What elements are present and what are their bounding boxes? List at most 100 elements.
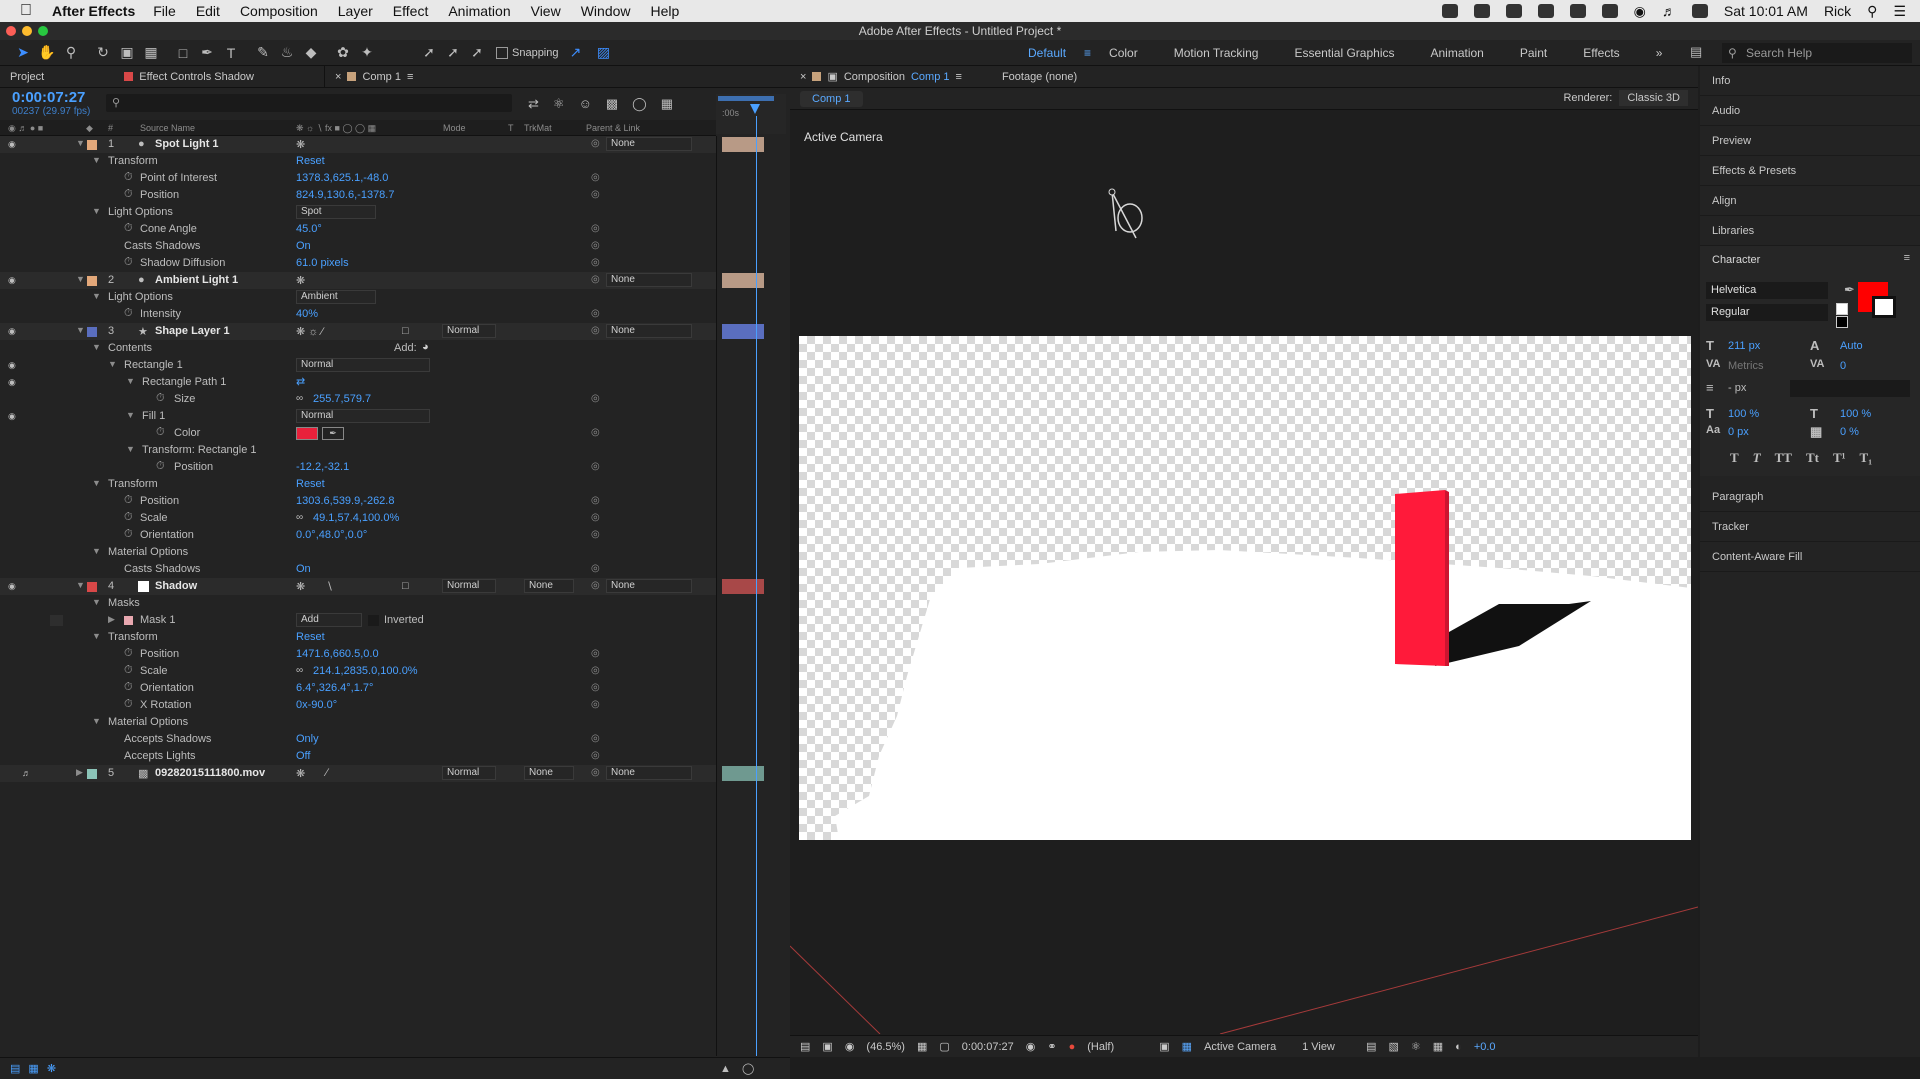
prop-value[interactable]: On	[296, 563, 311, 575]
expand-triangle-icon[interactable]: ▼	[92, 597, 101, 607]
expand-triangle-icon[interactable]: ▼	[92, 716, 101, 726]
fast-preview-icon[interactable]: ▧	[1388, 1040, 1398, 1053]
layer-label-color[interactable]	[87, 140, 97, 150]
panel-menu-icon[interactable]: ≡	[1904, 252, 1910, 264]
menu-effect[interactable]: Effect	[393, 3, 429, 19]
pickwhip-icon[interactable]: ◎	[591, 767, 600, 778]
light-type-dropdown[interactable]: Ambient	[296, 290, 376, 304]
trkmat-dropdown[interactable]: None	[524, 579, 574, 593]
pickwhip-icon[interactable]: ◎	[591, 240, 600, 251]
color-swatch[interactable]	[296, 427, 318, 440]
layer-name[interactable]: Shape Layer 1	[155, 325, 230, 337]
path-direction-icon[interactable]: ⇄	[296, 375, 305, 388]
layer-label-color[interactable]	[87, 582, 97, 592]
fill-blend-dropdown[interactable]: Normal	[296, 409, 430, 423]
stopwatch-icon[interactable]: ⏱	[124, 698, 133, 711]
pickwhip-icon[interactable]: ◎	[591, 172, 600, 183]
pickwhip-icon[interactable]: ◎	[591, 495, 600, 506]
spotlight-icon[interactable]: ⚲	[1867, 3, 1877, 20]
tab-comp1-timeline[interactable]: × Comp 1 ≡	[324, 65, 423, 88]
pickwhip-icon[interactable]: ◎	[591, 665, 600, 676]
superscript-button[interactable]: T¹	[1833, 450, 1846, 466]
parent-dropdown[interactable]: None	[606, 766, 692, 780]
panel-paragraph[interactable]: Paragraph	[1700, 482, 1920, 512]
visibility-eye-icon[interactable]: ◉	[8, 581, 16, 592]
stopwatch-icon[interactable]: ⏱	[124, 171, 133, 184]
view-layout-dropdown[interactable]: 1 View	[1302, 1041, 1354, 1053]
layer-switches-icons[interactable]: ❋ ☼ ∕	[296, 325, 323, 338]
bluetooth-icon[interactable]	[1569, 4, 1586, 18]
region-of-interest-icon[interactable]: ▣	[1159, 1040, 1169, 1053]
prop-value[interactable]: Off	[296, 750, 310, 762]
pickwhip-icon[interactable]: ◎	[591, 512, 600, 523]
pickwhip-icon[interactable]: ◎	[591, 682, 600, 693]
tracking-value[interactable]: 0	[1840, 360, 1846, 372]
menu-file[interactable]: File	[153, 3, 176, 19]
link-icon[interactable]: ∞	[296, 393, 303, 404]
inverted-checkbox[interactable]	[368, 615, 379, 626]
mask-color-swatch[interactable]	[124, 616, 133, 625]
visibility-eye-icon[interactable]: ◉	[8, 377, 16, 388]
reset-link[interactable]: Reset	[296, 631, 325, 643]
prop-value[interactable]: On	[296, 240, 311, 252]
expand-triangle-icon[interactable]: ▼	[126, 410, 135, 420]
tab-project[interactable]: Project	[0, 66, 54, 88]
visibility-eye-icon[interactable]: ◉	[8, 360, 16, 371]
transparency-grid-icon[interactable]: ▦	[1182, 1040, 1192, 1053]
audio-speaker-icon[interactable]: ♬	[22, 768, 31, 778]
calendar-icon[interactable]	[1691, 4, 1708, 18]
prop-value[interactable]: 40%	[296, 308, 318, 320]
expand-triangle-icon[interactable]: ▼	[126, 444, 135, 454]
pickwhip-icon[interactable]: ◎	[591, 325, 600, 336]
brush-tool-icon[interactable]: ✎	[252, 43, 274, 63]
stopwatch-icon[interactable]: ⏱	[156, 426, 165, 439]
frame-blending-icon[interactable]: ▩	[606, 96, 618, 112]
layer-switches-icons[interactable]: ❋	[296, 580, 305, 593]
roto-brush-tool-icon[interactable]: ✿	[332, 43, 354, 63]
playhead-handle[interactable]	[750, 104, 760, 114]
small-caps-button[interactable]: Tt	[1806, 450, 1819, 466]
blend-mode-dropdown[interactable]: Normal	[442, 324, 496, 338]
workspace-overflow-icon[interactable]: »	[1638, 46, 1681, 60]
panel-tracker[interactable]: Tracker	[1700, 512, 1920, 542]
wifi-icon[interactable]: ◉	[1634, 3, 1646, 20]
snapshot-icon[interactable]: ◉	[1026, 1040, 1036, 1053]
light-type-dropdown[interactable]: Spot	[296, 205, 376, 219]
layer-name[interactable]: 09282015111800.mov	[155, 767, 265, 779]
pickwhip-icon[interactable]: ◎	[591, 257, 600, 268]
panel-preview[interactable]: Preview	[1700, 126, 1920, 156]
pickwhip-icon[interactable]: ◎	[591, 138, 600, 149]
stopwatch-icon[interactable]: ⏱	[156, 392, 165, 405]
add-content-icon[interactable]: ◕	[422, 341, 429, 353]
pickwhip-icon[interactable]: ◎	[591, 308, 600, 319]
apple-icon[interactable]: 	[20, 2, 36, 20]
layer-duration-bar[interactable]	[722, 579, 764, 594]
stroke-type-dropdown[interactable]	[1790, 380, 1910, 397]
pickwhip-icon[interactable]: ◎	[591, 189, 600, 200]
visibility-eye-icon[interactable]: ◉	[8, 326, 16, 337]
motion-blur-icon[interactable]: ◯	[632, 96, 647, 112]
stopwatch-icon[interactable]: ⏱	[156, 460, 165, 473]
reset-link[interactable]: Reset	[296, 478, 325, 490]
expand-switches-icon[interactable]: ❋	[47, 1062, 56, 1075]
title-safe-icon[interactable]: ▢	[939, 1040, 949, 1053]
close-window-button[interactable]	[6, 26, 16, 36]
layer-switches-icons[interactable]: ❋	[296, 767, 305, 780]
menu-view[interactable]: View	[531, 3, 561, 19]
parent-dropdown[interactable]: None	[606, 579, 692, 593]
faux-italic-button[interactable]: T	[1753, 450, 1761, 466]
layer-name[interactable]: Shadow	[155, 580, 197, 592]
layer-duration-bar[interactable]	[722, 137, 764, 152]
prop-value[interactable]: 214.1,2835.0,100.0%	[313, 665, 418, 677]
prop-value[interactable]: Only	[296, 733, 319, 745]
panel-align[interactable]: Align	[1700, 186, 1920, 216]
show-snapshot-icon[interactable]: ⚭	[1047, 1040, 1056, 1053]
close-tab-icon[interactable]: ×	[335, 71, 341, 83]
layer-label-color[interactable]	[87, 327, 97, 337]
reset-exposure-icon[interactable]: ◐	[1455, 1041, 1462, 1053]
blend-mode-dropdown[interactable]: Normal	[442, 766, 496, 780]
stroke-width-value[interactable]: - px	[1728, 382, 1746, 394]
menu-window[interactable]: Window	[581, 3, 631, 19]
baseline-shift-value[interactable]: 0 px	[1728, 426, 1749, 438]
pickwhip-icon[interactable]: ◎	[591, 563, 600, 574]
